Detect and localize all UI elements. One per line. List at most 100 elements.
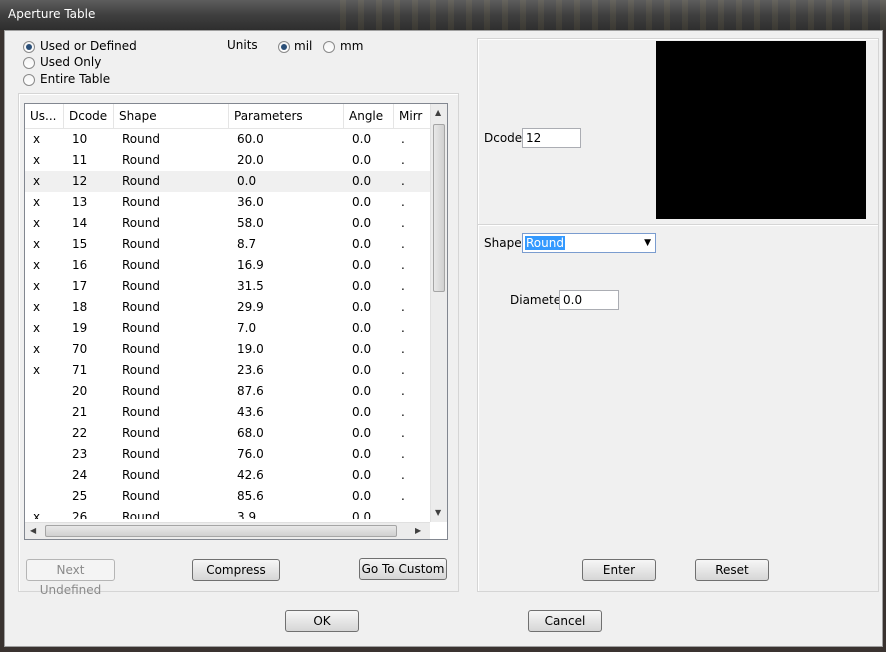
cell-dcode: 16 [72,258,88,272]
cell-params: 29.9 [237,300,264,314]
scroll-down-arrow[interactable]: ▼ [435,508,441,517]
cell-params: 42.6 [237,468,264,482]
radio-units-mm-label[interactable]: mm [340,39,363,53]
cancel-button[interactable]: Cancel [528,610,602,632]
next-undefined-button[interactable]: Next Undefined [26,559,115,597]
scroll-up-arrow[interactable]: ▲ [435,108,441,117]
table-row[interactable]: 20 Round 87.6 0.0. [25,381,430,402]
column-header-dcode[interactable]: Dcode [64,104,114,128]
radio-used-only[interactable] [23,57,35,69]
cell-shape: Round [122,405,160,419]
cell-shape: Round [122,237,160,251]
diameter-field[interactable]: 0.0 [559,290,619,310]
radio-units-mm[interactable] [323,41,335,53]
table-row[interactable]: x 10 Round 60.0 0.0. [25,129,430,150]
table-row[interactable]: x 19 Round 7.0 0.0. [25,318,430,339]
vertical-scrollbar[interactable]: ▲ ▼ [430,104,447,522]
radio-units-mil[interactable] [278,41,290,53]
table-row[interactable]: x 11 Round 20.0 0.0. [25,150,430,171]
cell-mirror: . [401,153,405,167]
cell-mirror: . [401,468,405,482]
cell-dcode: 10 [72,132,88,146]
cell-mirror: . [401,405,405,419]
table-row[interactable]: x 14 Round 58.0 0.0. [25,213,430,234]
column-header-used[interactable]: Us... [25,104,64,128]
cell-angle: 0.0 [352,426,372,440]
table-row[interactable]: 23 Round 76.0 0.0. [25,444,430,465]
cell-params: 19.0 [237,342,264,356]
go-to-custom-button[interactable]: Go To Custom [359,558,447,580]
cell-mirror: . [401,195,405,209]
horizontal-scrollbar[interactable]: ◀ ▶ [25,522,430,539]
table-row[interactable]: 21 Round 43.6 0.0. [25,402,430,423]
table-body: x 10 Round 60.0 0.0. x 11 Round 20.0 0.0. x 12 Round… [25,129,430,519]
radio-used-only-label[interactable]: Used Only [40,55,101,69]
cell-params: 23.6 [237,363,264,377]
table-row[interactable]: x 26 Round 3.9 0.0. [25,507,430,519]
column-header-shape[interactable]: Shape [114,104,229,128]
cell-mirror: . [401,216,405,230]
enter-button[interactable]: Enter [582,559,656,581]
table-row[interactable]: x 17 Round 31.5 0.0. [25,276,430,297]
cell-used: x [33,258,41,272]
scroll-right-arrow[interactable]: ▶ [415,526,421,535]
cell-shape: Round [122,447,160,461]
cell-angle: 0.0 [352,279,372,293]
cell-shape: Round [122,468,160,482]
table-row[interactable]: x 18 Round 29.9 0.0. [25,297,430,318]
cell-used: x [33,132,41,146]
table-row[interactable]: 24 Round 42.6 0.0. [25,465,430,486]
cell-used: x [33,300,41,314]
table-header: Us... Dcode Shape Parameters Angle Mirr [25,104,430,129]
scroll-left-arrow[interactable]: ◀ [30,526,36,535]
cell-dcode: 15 [72,237,88,251]
cell-dcode: 11 [72,153,88,167]
table-row[interactable]: x 13 Round 36.0 0.0. [25,192,430,213]
radio-units-mil-label[interactable]: mil [294,39,312,53]
table-row[interactable]: x 70 Round 19.0 0.0. [25,339,430,360]
cell-angle: 0.0 [352,153,372,167]
cell-mirror: . [401,489,405,503]
cell-mirror: . [401,510,405,519]
column-header-parameters[interactable]: Parameters [229,104,344,128]
cell-params: 20.0 [237,153,264,167]
chevron-down-icon[interactable]: ▼ [644,238,651,248]
table-row[interactable]: 22 Round 68.0 0.0. [25,423,430,444]
table-row[interactable]: 25 Round 85.6 0.0. [25,486,430,507]
table-row[interactable]: x 12 Round 0.0 0.0. [25,171,430,192]
cell-params: 16.9 [237,258,264,272]
shape-select[interactable]: Round ▼ [522,233,656,253]
radio-entire-table[interactable] [23,74,35,86]
cell-shape: Round [122,489,160,503]
radio-entire-table-label[interactable]: Entire Table [40,72,110,86]
radio-used-or-defined[interactable] [23,41,35,53]
column-header-angle[interactable]: Angle [344,104,394,128]
cell-params: 36.0 [237,195,264,209]
cell-angle: 0.0 [352,342,372,356]
table-row[interactable]: x 15 Round 8.7 0.0. [25,234,430,255]
cell-angle: 0.0 [352,405,372,419]
table-row[interactable]: x 71 Round 23.6 0.0. [25,360,430,381]
radio-used-or-defined-label[interactable]: Used or Defined [40,39,137,53]
cell-angle: 0.0 [352,489,372,503]
cell-angle: 0.0 [352,174,372,188]
title-bar[interactable]: Aperture Table [0,0,886,30]
dcode-field[interactable]: 12 [522,128,581,148]
compress-button[interactable]: Compress [192,559,280,581]
reset-button[interactable]: Reset [695,559,769,581]
aperture-table[interactable]: Us... Dcode Shape Parameters Angle Mirr … [24,103,448,540]
ok-button[interactable]: OK [285,610,359,632]
cell-shape: Round [122,342,160,356]
window-title: Aperture Table [8,7,96,21]
cell-angle: 0.0 [352,195,372,209]
cell-shape: Round [122,384,160,398]
horizontal-scroll-thumb[interactable] [45,525,397,537]
table-row[interactable]: x 16 Round 16.9 0.0. [25,255,430,276]
vertical-scroll-thumb[interactable] [433,124,445,292]
column-header-mirror[interactable]: Mirr [394,104,430,128]
cell-mirror: . [401,342,405,356]
cell-shape: Round [122,300,160,314]
cell-angle: 0.0 [352,258,372,272]
cell-used: x [33,174,41,188]
cell-params: 76.0 [237,447,264,461]
